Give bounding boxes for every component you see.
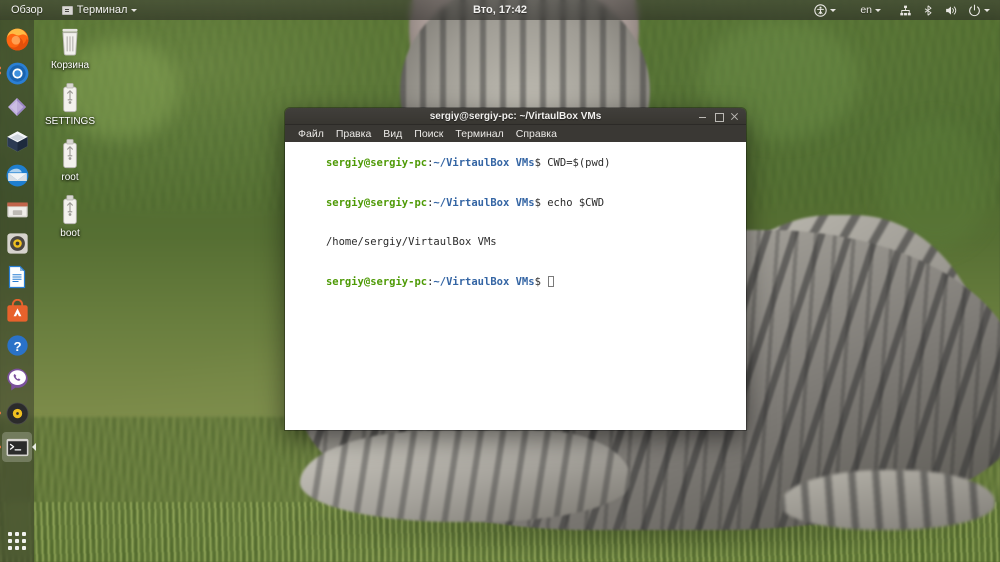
desktop-icon-boot-drive[interactable]: boot	[40, 192, 100, 239]
launcher-item-libreoffice-writer[interactable]	[2, 262, 32, 292]
activities-overview-button[interactable]: Обзор	[7, 0, 47, 20]
help-icon: ?	[6, 334, 28, 356]
menu-help[interactable]: Справка	[510, 126, 563, 142]
show-applications-button[interactable]	[2, 526, 32, 556]
menu-file[interactable]: Файл	[292, 126, 330, 142]
desktop-icon-label: Корзина	[50, 60, 90, 71]
thunderbird-icon	[6, 164, 28, 186]
unity-launcher: ?	[0, 20, 34, 562]
svg-text:?: ?	[13, 338, 21, 353]
terminal-output-area[interactable]: sergiy@sergiy-pc:~/VirtaulBox VMs$ CWD=$…	[285, 142, 746, 430]
launcher-item-thunderbird[interactable]	[2, 160, 32, 190]
terminal-line-active: sergiy@sergiy-pc:~/VirtaulBox VMs$	[288, 263, 742, 303]
launcher-item-help[interactable]: ?	[2, 330, 32, 360]
close-button[interactable]	[730, 112, 739, 121]
bluetooth-icon	[924, 4, 932, 16]
power-icon	[969, 4, 980, 16]
usb-drive-icon	[40, 192, 100, 226]
keyboard-layout-menu[interactable]: en	[856, 0, 885, 20]
desktop-icon-label: SETTINGS	[44, 116, 95, 127]
music-player-icon	[6, 402, 28, 424]
terminal-menubar: Файл Правка Вид Поиск Терминал Справка	[285, 125, 746, 142]
chevron-down-icon	[830, 8, 837, 12]
activities-label: Обзор	[11, 4, 43, 16]
apps-grid-icon	[8, 532, 26, 550]
chevron-down-icon	[131, 8, 138, 12]
top-panel: Обзор Терминал Вто, 17:42 en	[0, 0, 1000, 20]
accessibility-menu[interactable]	[810, 0, 840, 20]
top-panel-left: Обзор Терминал	[0, 0, 141, 20]
terminal-icon	[61, 5, 73, 15]
desktop-icon-label: root	[61, 172, 79, 183]
terminal-window-title: sergiy@sergiy-pc: ~/VirtaulBox VMs	[429, 110, 602, 122]
desktop-icon-trash[interactable]: Корзина	[40, 24, 100, 71]
desktop-icon-area: Корзина SETTINGS root boot	[40, 24, 100, 248]
launcher-item-virtualbox[interactable]	[2, 126, 32, 156]
diamond-icon	[8, 98, 26, 116]
chevron-down-icon	[875, 8, 881, 12]
system-power-menu[interactable]	[964, 0, 994, 20]
terminal-output-line: /home/sergiy/VirtaulBox VMs	[288, 223, 742, 263]
app-menu-label: Терминал	[76, 4, 128, 16]
window-controls	[698, 112, 746, 122]
prompt-path: ~/VirtaulBox VMs	[433, 196, 535, 209]
terminal-line: sergiy@sergiy-pc:~/VirtaulBox VMs$ echo …	[288, 184, 742, 224]
launcher-item-settings[interactable]	[2, 228, 32, 258]
usb-drive-icon	[40, 136, 100, 170]
menu-terminal[interactable]: Терминал	[449, 126, 509, 142]
launcher-item-chromium[interactable]	[2, 58, 32, 88]
usb-drive-icon	[40, 80, 100, 114]
desktop-icon-label: boot	[60, 228, 80, 239]
chromium-icon	[6, 62, 28, 84]
volume-indicator[interactable]	[940, 0, 962, 20]
terminal-window[interactable]: sergiy@sergiy-pc: ~/VirtaulBox VMs Файл …	[285, 108, 746, 430]
app-menu-button[interactable]: Терминал	[58, 0, 142, 20]
keyboard-layout-label: en	[860, 4, 872, 16]
virtualbox-icon	[6, 130, 28, 152]
terminal-command: echo $CWD	[547, 196, 605, 209]
menu-edit[interactable]: Правка	[330, 126, 377, 142]
network-indicator[interactable]	[895, 0, 916, 20]
launcher-item-terminal[interactable]	[2, 432, 32, 462]
launcher-item-rhythmbox[interactable]	[2, 398, 32, 428]
file-manager-icon	[6, 201, 28, 217]
bluetooth-indicator[interactable]	[918, 0, 938, 20]
viber-icon	[6, 368, 28, 390]
minimize-button[interactable]	[698, 112, 707, 121]
launcher-item-files-purple[interactable]	[2, 92, 32, 122]
terminal-icon	[6, 438, 28, 456]
firefox-icon	[6, 28, 28, 50]
launcher-item-viber[interactable]	[2, 364, 32, 394]
wallpaper-grass-foreground	[0, 502, 1000, 562]
maximize-button[interactable]	[714, 112, 724, 122]
launcher-item-nautilus[interactable]	[2, 194, 32, 224]
accessibility-icon	[814, 3, 828, 17]
trash-icon	[40, 24, 100, 58]
volume-icon	[946, 5, 957, 15]
terminal-line: sergiy@sergiy-pc:~/VirtaulBox VMs$ CWD=$…	[288, 144, 742, 184]
terminal-titlebar[interactable]: sergiy@sergiy-pc: ~/VirtaulBox VMs	[285, 108, 746, 125]
terminal-command: CWD=$(pwd)	[547, 157, 611, 170]
prompt-user-host: sergiy@sergiy-pc	[325, 276, 428, 289]
terminal-cursor	[548, 276, 555, 288]
gear-icon	[6, 232, 28, 254]
menu-search[interactable]: Поиск	[408, 126, 449, 142]
launcher-item-ubuntu-software[interactable]	[2, 296, 32, 326]
document-icon	[8, 265, 26, 289]
prompt-path: ~/VirtaulBox VMs	[433, 276, 535, 289]
clock[interactable]: Вто, 17:42	[473, 4, 527, 16]
desktop-icon-settings-drive[interactable]: SETTINGS	[40, 80, 100, 127]
desktop-icon-root-drive[interactable]: root	[40, 136, 100, 183]
top-panel-indicators: en	[810, 0, 1000, 20]
prompt-path: ~/VirtaulBox VMs	[433, 157, 535, 170]
menu-view[interactable]: Вид	[377, 126, 408, 142]
bokeh-light	[880, 120, 990, 250]
network-icon	[900, 5, 911, 15]
chevron-down-icon	[984, 8, 990, 12]
software-center-icon	[6, 298, 28, 322]
launcher-item-firefox[interactable]	[2, 24, 32, 54]
prompt-user-host: sergiy@sergiy-pc	[325, 196, 428, 209]
terminal-output-text: /home/sergiy/VirtaulBox VMs	[325, 236, 497, 249]
prompt-user-host: sergiy@sergiy-pc	[325, 157, 428, 170]
